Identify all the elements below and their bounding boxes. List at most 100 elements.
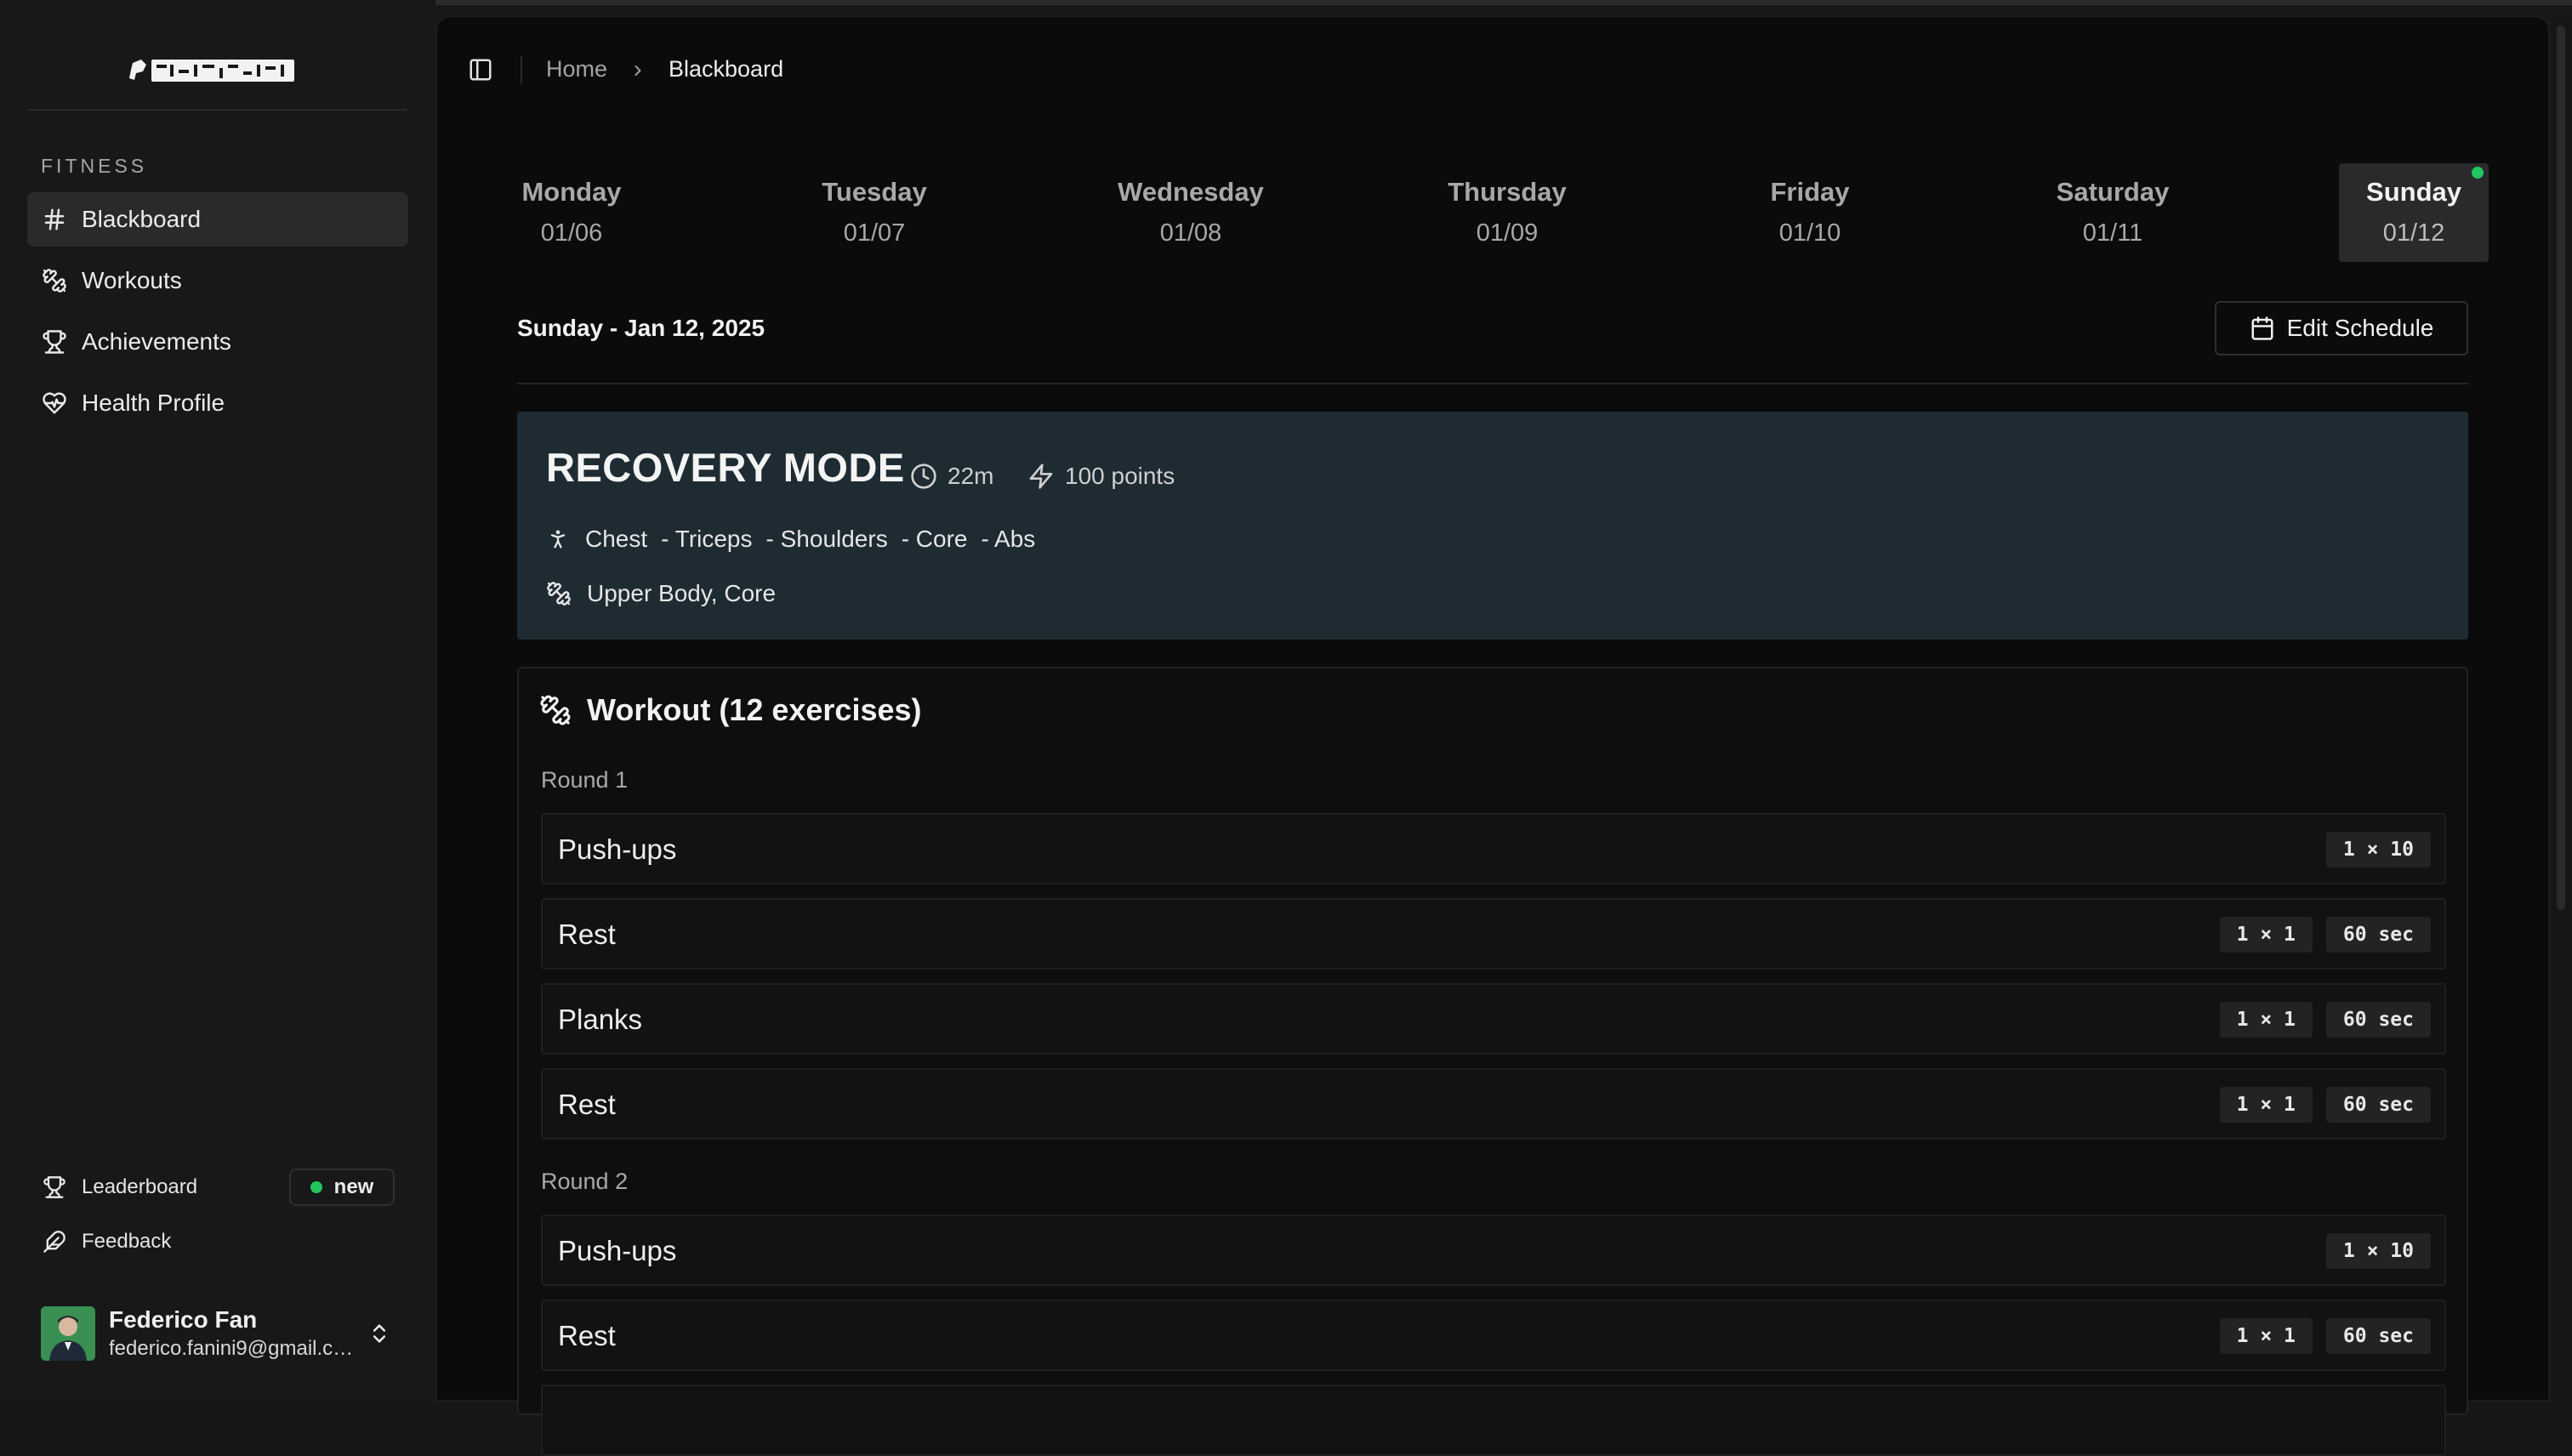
clock-icon: [911, 464, 936, 489]
feather-icon: [41, 1228, 68, 1255]
user-name: Federico Fan: [109, 1306, 258, 1333]
workout-card: Workout (12 exercises) Round 1 Push-ups …: [517, 667, 2468, 1456]
day-date: 01/07: [843, 219, 906, 247]
calendar-icon: [2251, 316, 2273, 340]
muscle-tag: - Shoulders: [765, 526, 888, 552]
reps-badge: 1 × 1: [2219, 1002, 2313, 1038]
recovery-title: RECOVERY MODE: [546, 445, 905, 490]
trophy-icon: [41, 328, 68, 355]
focus-value: Upper Body, Core: [587, 580, 777, 606]
sidebar-divider: [27, 109, 407, 111]
round-label: Round 2: [541, 1169, 629, 1194]
brand-logo[interactable]: [128, 54, 298, 85]
points-value: 100 points: [1065, 463, 1175, 489]
avatar: [41, 1306, 95, 1361]
duration-value: 22m: [947, 463, 994, 489]
exercise-row[interactable]: Rest 1 × 1 60 sec: [541, 898, 2446, 970]
day-name: Monday: [521, 177, 622, 207]
day-tab-sunday[interactable]: Sunday 01/12: [2339, 163, 2489, 262]
round-label: Round 1: [541, 767, 629, 793]
chevron-right-icon: [634, 65, 641, 76]
leaderboard-link[interactable]: Leaderboard: [27, 1165, 197, 1209]
exercise-name: Push-ups: [558, 1235, 677, 1266]
new-badge-label: new: [333, 1175, 374, 1198]
app-window: FITNESS Blackboard Workouts Achievements…: [0, 0, 2572, 1456]
sidebar-item-health-profile[interactable]: Health Profile: [27, 376, 408, 430]
exercise-name: Push-ups: [558, 833, 677, 865]
day-tab-saturday[interactable]: Saturday 01/11: [2038, 163, 2188, 262]
day-date: 01/10: [1778, 219, 1841, 247]
muscle-tag: - Core: [901, 526, 968, 552]
zap-icon: [1029, 464, 1053, 489]
sidebar-item-workouts[interactable]: Workouts: [27, 253, 408, 308]
chevrons-up-down-icon[interactable]: [367, 1318, 391, 1349]
day-name: Tuesday: [822, 177, 927, 207]
exercise-row[interactable]: Rest 1 × 1 60 sec: [541, 1300, 2446, 1371]
workout-title: Workout (12 exercises): [587, 692, 922, 727]
day-tab-monday[interactable]: Monday 01/06: [497, 163, 646, 262]
exercise-name: Planks: [558, 1004, 643, 1035]
exercise-name: Rest: [558, 1320, 616, 1351]
today-indicator-dot: [2472, 167, 2484, 179]
duration-badge: 60 sec: [2325, 1002, 2431, 1038]
user-menu[interactable]: Federico Fan federico.fanini9@gmail.com: [41, 1306, 398, 1361]
day-tab-friday[interactable]: Friday 01/10: [1735, 163, 1885, 262]
muscle-tag: - Triceps: [661, 526, 753, 552]
exercise-row[interactable]: Push-ups 1 × 10: [541, 813, 2446, 884]
status-dot: [310, 1181, 322, 1193]
toggle-sidebar-button[interactable]: [468, 53, 493, 87]
muscle-tag: - Abs: [981, 526, 1036, 552]
heart-pulse-icon: [41, 390, 68, 417]
day-date: 01/06: [540, 219, 603, 247]
workout-header: Workout (12 exercises): [539, 692, 922, 728]
reps-badge: 1 × 1: [2219, 1087, 2313, 1123]
duration-badge: 60 sec: [2325, 1318, 2431, 1354]
day-date: 01/11: [2082, 219, 2143, 247]
selected-date-title: Sunday - Jan 12, 2025: [517, 315, 765, 341]
leaderboard-label: Leaderboard: [82, 1175, 198, 1198]
exercise-name: Rest: [558, 919, 616, 950]
exercise-row[interactable]: Push-ups 1 × 10: [541, 1214, 2446, 1286]
day-name: Wednesday: [1118, 177, 1264, 207]
day-date: 01/12: [2382, 219, 2445, 247]
day-date: 01/09: [1476, 219, 1539, 247]
sidebar-item-blackboard[interactable]: Blackboard: [27, 192, 408, 247]
reps-badge: 1 × 1: [2219, 1318, 2313, 1354]
feedback-link[interactable]: Feedback: [27, 1220, 171, 1264]
edit-schedule-label: Edit Schedule: [2286, 315, 2434, 341]
reps-badge: 1 × 10: [2325, 832, 2431, 867]
muscle-tag: Chest: [585, 526, 648, 552]
reps-badge: 1 × 1: [2219, 917, 2313, 953]
sidebar-item-achievements[interactable]: Achievements: [27, 315, 408, 369]
dumbbell-icon: [547, 582, 571, 606]
dumbbell-icon: [41, 267, 68, 294]
sidebar-item-label: Achievements: [82, 328, 231, 355]
reps-badge: 1 × 10: [2325, 1233, 2431, 1269]
exercise-row[interactable]: Rest 1 × 1 60 sec: [541, 1068, 2446, 1140]
scrollbar-thumb[interactable]: [2557, 26, 2565, 910]
new-badge: new: [289, 1169, 395, 1206]
points-meta: 100 points: [1027, 463, 1175, 490]
day-tab-thursday[interactable]: Thursday 01/09: [1432, 163, 1582, 262]
focus-area: Upper Body, Core: [546, 580, 776, 607]
logo-mark-icon: [129, 60, 294, 82]
person-standing-icon: [550, 530, 566, 549]
exercise-name: Rest: [558, 1089, 616, 1120]
day-date: 01/08: [1159, 219, 1222, 247]
breadcrumb-current: Blackboard: [669, 56, 784, 82]
panel-left-icon: [469, 59, 492, 81]
day-tab-wednesday[interactable]: Wednesday 01/08: [1116, 163, 1266, 262]
day-name: Saturday: [2056, 177, 2170, 207]
exercise-row[interactable]: [541, 1385, 2446, 1456]
section-divider: [517, 383, 2468, 384]
muscle-groups: Chest - Triceps - Shoulders - Core - Abs: [546, 526, 1049, 553]
day-tab-tuesday[interactable]: Tuesday 01/07: [799, 163, 949, 262]
duration-meta: 22m: [910, 463, 993, 490]
day-name: Thursday: [1448, 177, 1567, 207]
sidebar-item-label: Blackboard: [82, 206, 202, 232]
sidebar-item-label: Health Profile: [82, 390, 225, 416]
breadcrumb-home[interactable]: Home: [546, 56, 607, 82]
day-name: Friday: [1770, 177, 1850, 207]
exercise-row[interactable]: Planks 1 × 1 60 sec: [541, 983, 2446, 1055]
edit-schedule-button[interactable]: Edit Schedule: [2215, 301, 2468, 355]
